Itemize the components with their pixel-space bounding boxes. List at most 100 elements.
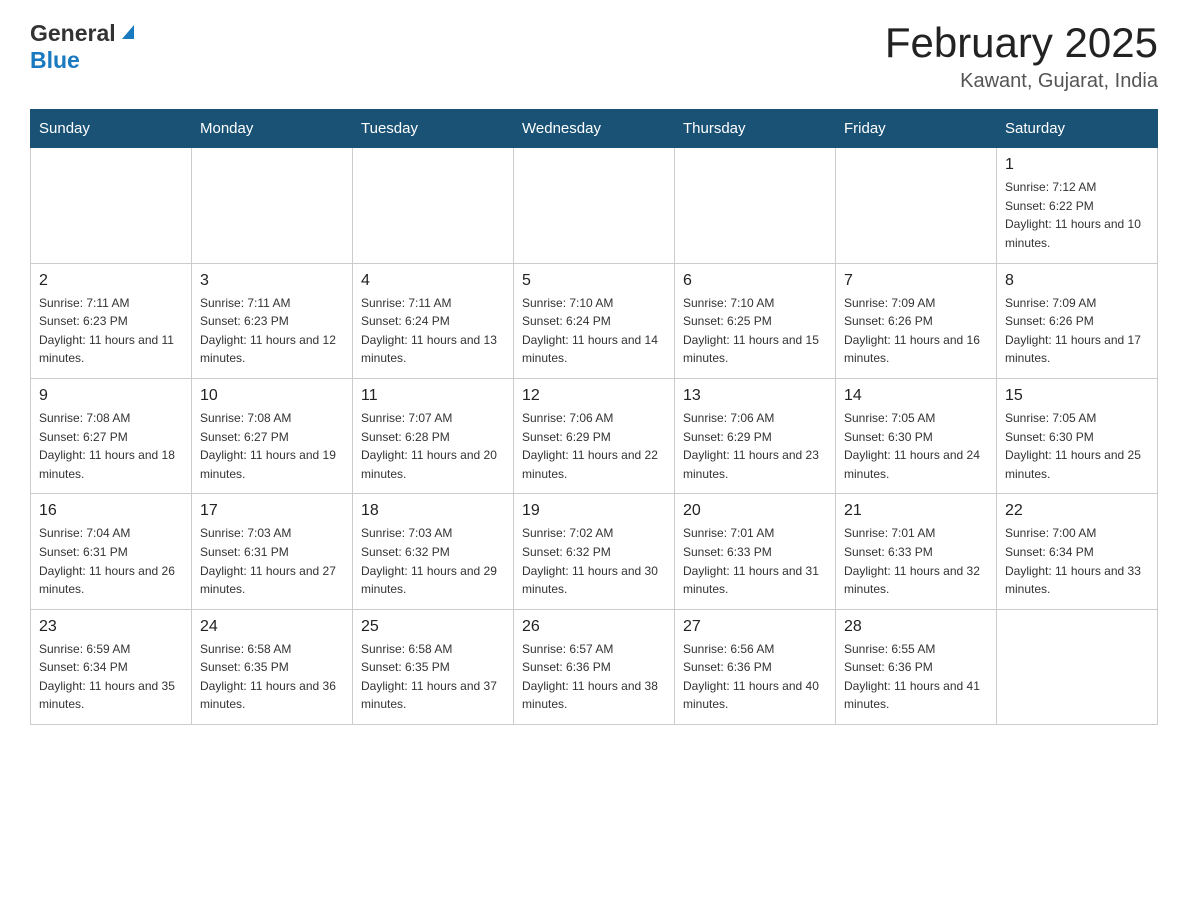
calendar-cell: 11 Sunrise: 7:07 AMSunset: 6:28 PMDayligh… <box>353 378 514 493</box>
calendar-cell: 26 Sunrise: 6:57 AMSunset: 6:36 PMDayligh… <box>514 609 675 724</box>
calendar-cell: 27 Sunrise: 6:56 AMSunset: 6:36 PMDayligh… <box>675 609 836 724</box>
day-number: 17 <box>200 502 344 520</box>
day-number: 5 <box>522 272 666 290</box>
day-info: Sunrise: 7:07 AMSunset: 6:28 PMDaylight:… <box>361 409 505 483</box>
col-monday: Monday <box>192 110 353 148</box>
day-info: Sunrise: 7:03 AMSunset: 6:32 PMDaylight:… <box>361 524 505 598</box>
day-number: 26 <box>522 618 666 636</box>
day-info: Sunrise: 6:58 AMSunset: 6:35 PMDaylight:… <box>200 640 344 714</box>
calendar-cell: 13 Sunrise: 7:06 AMSunset: 6:29 PMDayligh… <box>675 378 836 493</box>
col-tuesday: Tuesday <box>353 110 514 148</box>
day-info: Sunrise: 7:06 AMSunset: 6:29 PMDaylight:… <box>683 409 827 483</box>
day-info: Sunrise: 7:09 AMSunset: 6:26 PMDaylight:… <box>844 294 988 368</box>
col-saturday: Saturday <box>997 110 1158 148</box>
col-friday: Friday <box>836 110 997 148</box>
day-number: 9 <box>39 387 183 405</box>
calendar-cell: 1 Sunrise: 7:12 AMSunset: 6:22 PMDaylight… <box>997 148 1158 263</box>
day-info: Sunrise: 7:11 AMSunset: 6:23 PMDaylight:… <box>39 294 183 368</box>
day-number: 23 <box>39 618 183 636</box>
logo-blue-text: Blue <box>30 47 80 73</box>
day-number: 20 <box>683 502 827 520</box>
day-number: 4 <box>361 272 505 290</box>
calendar-cell: 12Sunrise: 7:06 AMSunset: 6:29 PMDayligh… <box>514 378 675 493</box>
day-number: 10 <box>200 387 344 405</box>
calendar-cell: 15 Sunrise: 7:05 AMSunset: 6:30 PMDayligh… <box>997 378 1158 493</box>
calendar-cell: 20Sunrise: 7:01 AMSunset: 6:33 PMDayligh… <box>675 494 836 609</box>
day-info: Sunrise: 6:59 AMSunset: 6:34 PMDaylight:… <box>39 640 183 714</box>
day-number: 13 <box>683 387 827 405</box>
calendar-week-4: 16 Sunrise: 7:04 AMSunset: 6:31 PMDayligh… <box>31 494 1158 609</box>
calendar-cell <box>353 148 514 263</box>
calendar-cell: 25Sunrise: 6:58 AMSunset: 6:35 PMDayligh… <box>353 609 514 724</box>
calendar-cell: 8 Sunrise: 7:09 AMSunset: 6:26 PMDaylight… <box>997 263 1158 378</box>
calendar-cell: 28 Sunrise: 6:55 AMSunset: 6:36 PMDayligh… <box>836 609 997 724</box>
day-number: 22 <box>1005 502 1149 520</box>
calendar-cell: 7 Sunrise: 7:09 AMSunset: 6:26 PMDaylight… <box>836 263 997 378</box>
day-number: 11 <box>361 387 505 405</box>
day-info: Sunrise: 6:56 AMSunset: 6:36 PMDaylight:… <box>683 640 827 714</box>
calendar-cell: 14Sunrise: 7:05 AMSunset: 6:30 PMDayligh… <box>836 378 997 493</box>
calendar-header: Sunday Monday Tuesday Wednesday Thursday… <box>31 110 1158 148</box>
logo-triangle-icon <box>118 21 138 46</box>
day-number: 15 <box>1005 387 1149 405</box>
day-info: Sunrise: 6:58 AMSunset: 6:35 PMDaylight:… <box>361 640 505 714</box>
day-number: 14 <box>844 387 988 405</box>
day-number: 1 <box>1005 156 1149 174</box>
day-number: 6 <box>683 272 827 290</box>
day-info: Sunrise: 7:00 AMSunset: 6:34 PMDaylight:… <box>1005 524 1149 598</box>
day-number: 8 <box>1005 272 1149 290</box>
day-info: Sunrise: 6:57 AMSunset: 6:36 PMDaylight:… <box>522 640 666 714</box>
calendar-cell: 17 Sunrise: 7:03 AMSunset: 6:31 PMDayligh… <box>192 494 353 609</box>
calendar-cell: 3Sunrise: 7:11 AMSunset: 6:23 PMDaylight… <box>192 263 353 378</box>
calendar-cell: 21Sunrise: 7:01 AMSunset: 6:33 PMDayligh… <box>836 494 997 609</box>
calendar-cell: 18 Sunrise: 7:03 AMSunset: 6:32 PMDayligh… <box>353 494 514 609</box>
calendar-cell: 4 Sunrise: 7:11 AMSunset: 6:24 PMDaylight… <box>353 263 514 378</box>
calendar-cell: 2 Sunrise: 7:11 AMSunset: 6:23 PMDaylight… <box>31 263 192 378</box>
day-info: Sunrise: 7:04 AMSunset: 6:31 PMDaylight:… <box>39 524 183 598</box>
day-info: Sunrise: 7:10 AMSunset: 6:25 PMDaylight:… <box>683 294 827 368</box>
day-number: 19 <box>522 502 666 520</box>
calendar-cell: 24 Sunrise: 6:58 AMSunset: 6:35 PMDayligh… <box>192 609 353 724</box>
calendar-cell: 23 Sunrise: 6:59 AMSunset: 6:34 PMDayligh… <box>31 609 192 724</box>
calendar-cell: 6 Sunrise: 7:10 AMSunset: 6:25 PMDaylight… <box>675 263 836 378</box>
day-info: Sunrise: 7:05 AMSunset: 6:30 PMDaylight:… <box>1005 409 1149 483</box>
day-info: Sunrise: 7:10 AMSunset: 6:24 PMDaylight:… <box>522 294 666 368</box>
calendar-cell: 10Sunrise: 7:08 AMSunset: 6:27 PMDayligh… <box>192 378 353 493</box>
day-number: 18 <box>361 502 505 520</box>
calendar-subtitle: Kawant, Gujarat, India <box>885 70 1158 93</box>
day-number: 2 <box>39 272 183 290</box>
calendar-cell <box>31 148 192 263</box>
day-info: Sunrise: 7:08 AMSunset: 6:27 PMDaylight:… <box>39 409 183 483</box>
calendar-cell <box>192 148 353 263</box>
logo: General Blue <box>30 20 138 74</box>
calendar-cell <box>675 148 836 263</box>
day-info: Sunrise: 6:55 AMSunset: 6:36 PMDaylight:… <box>844 640 988 714</box>
day-info: Sunrise: 7:03 AMSunset: 6:31 PMDaylight:… <box>200 524 344 598</box>
day-info: Sunrise: 7:12 AMSunset: 6:22 PMDaylight:… <box>1005 178 1149 252</box>
day-number: 7 <box>844 272 988 290</box>
day-info: Sunrise: 7:11 AMSunset: 6:23 PMDaylight:… <box>200 294 344 368</box>
col-wednesday: Wednesday <box>514 110 675 148</box>
day-number: 27 <box>683 618 827 636</box>
day-number: 24 <box>200 618 344 636</box>
calendar-week-1: 1 Sunrise: 7:12 AMSunset: 6:22 PMDaylight… <box>31 148 1158 263</box>
day-info: Sunrise: 7:09 AMSunset: 6:26 PMDaylight:… <box>1005 294 1149 368</box>
day-number: 28 <box>844 618 988 636</box>
col-sunday: Sunday <box>31 110 192 148</box>
calendar-cell <box>514 148 675 263</box>
day-number: 16 <box>39 502 183 520</box>
day-number: 21 <box>844 502 988 520</box>
day-info: Sunrise: 7:02 AMSunset: 6:32 PMDaylight:… <box>522 524 666 598</box>
page-header: General Blue February 2025 Kawant, Gujar… <box>30 20 1158 93</box>
calendar-cell: 9 Sunrise: 7:08 AMSunset: 6:27 PMDaylight… <box>31 378 192 493</box>
calendar-title: February 2025 <box>885 20 1158 66</box>
calendar-cell: 19 Sunrise: 7:02 AMSunset: 6:32 PMDayligh… <box>514 494 675 609</box>
calendar-week-2: 2 Sunrise: 7:11 AMSunset: 6:23 PMDaylight… <box>31 263 1158 378</box>
calendar-cell <box>997 609 1158 724</box>
calendar-cell: 16 Sunrise: 7:04 AMSunset: 6:31 PMDayligh… <box>31 494 192 609</box>
day-number: 12 <box>522 387 666 405</box>
weekday-row: Sunday Monday Tuesday Wednesday Thursday… <box>31 110 1158 148</box>
day-info: Sunrise: 7:11 AMSunset: 6:24 PMDaylight:… <box>361 294 505 368</box>
title-block: February 2025 Kawant, Gujarat, India <box>885 20 1158 93</box>
calendar-cell: 5 Sunrise: 7:10 AMSunset: 6:24 PMDaylight… <box>514 263 675 378</box>
